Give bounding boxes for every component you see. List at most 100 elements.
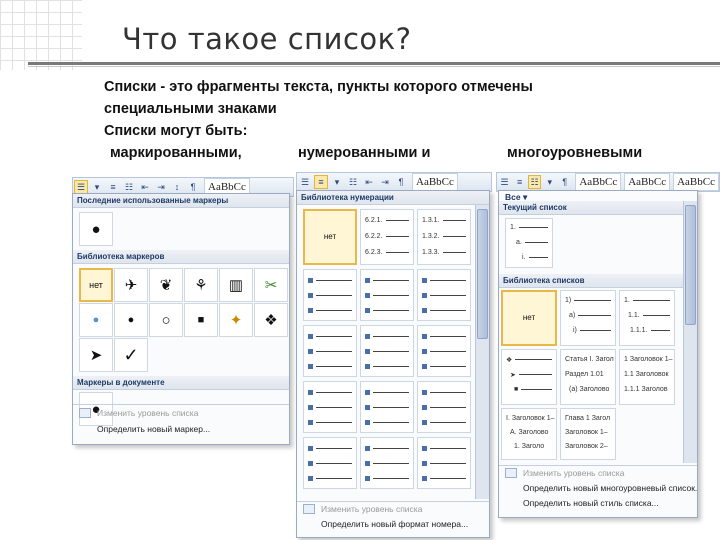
increase-indent-button-2[interactable]: ⇥ <box>378 175 392 189</box>
numbering-format-cell[interactable] <box>303 437 357 489</box>
bullets-button-3[interactable]: ☰ <box>498 175 511 189</box>
mp-3: i) <box>573 327 577 334</box>
numbering-preview-line <box>422 388 466 397</box>
recent-bullet-cell[interactable]: ● <box>79 212 113 246</box>
change-list-level-item-2[interactable]: Изменить уровень списка <box>303 504 422 514</box>
text-line <box>430 366 466 367</box>
define-multilevel-list-item[interactable]: Определить новый многоуровневый список..… <box>523 483 697 493</box>
text-line <box>316 392 352 393</box>
number-marker <box>422 334 427 339</box>
numbering-scrollbar[interactable] <box>475 205 489 499</box>
bullet-circle-cell[interactable]: ○ <box>149 303 183 337</box>
bullet-building-cell[interactable]: ▥ <box>219 268 253 302</box>
pilcrow-icon-3[interactable]: ¶ <box>558 175 571 189</box>
numbering-format-cell[interactable] <box>417 325 471 377</box>
bullet-check-cell[interactable]: ✓ <box>114 338 148 372</box>
multilevel-decimal-format[interactable]: 1. 1.1. 1.1.1. <box>619 290 675 346</box>
text-line <box>373 407 409 408</box>
define-list-style-item[interactable]: Определить новый стиль списка... <box>523 498 659 508</box>
numbering-button[interactable]: ≡ <box>106 180 120 194</box>
n621-1: 6.2.1. <box>365 217 383 224</box>
multilevel-none-cell[interactable]: нет <box>501 290 557 346</box>
multilevel-button-active[interactable]: ☷ <box>528 175 542 189</box>
number-marker <box>308 420 313 425</box>
sort-button[interactable]: ↕ <box>170 180 184 194</box>
numbering-preview-line <box>308 332 352 341</box>
numbering-format-cell[interactable] <box>360 437 414 489</box>
numbering-format-cell[interactable] <box>360 269 414 321</box>
current-list-cell[interactable]: 1. a. i. <box>505 218 553 268</box>
decrease-indent-button-2[interactable]: ⇤ <box>362 175 376 189</box>
numbering-format-131[interactable]: 1.3.1. 1.3.2. 1.3.3. <box>417 209 471 265</box>
bullet-arrow-cell[interactable]: ➤ <box>79 338 113 372</box>
pilcrow-icon[interactable]: ¶ <box>186 180 200 194</box>
bullet-none-cell[interactable]: нет <box>79 268 113 302</box>
increase-indent-button[interactable]: ⇥ <box>154 180 168 194</box>
bullet-scissors-cell[interactable]: ✂ <box>254 268 288 302</box>
multilevel-button-2[interactable]: ☷ <box>346 175 360 189</box>
number-marker <box>422 420 427 425</box>
dropdown-arrow-icon[interactable]: ▾ <box>90 180 104 194</box>
numbering-format-cell[interactable] <box>417 437 471 489</box>
numbering-format-cell[interactable] <box>303 381 357 433</box>
bullets-button-2[interactable]: ☰ <box>298 175 312 189</box>
scrollbar-thumb-2[interactable] <box>685 205 696 325</box>
bullet-plane-cell[interactable]: ✈ <box>114 268 148 302</box>
numbering-preview-line <box>422 332 466 341</box>
change-list-level-item-3[interactable]: Изменить уровень списка <box>505 468 624 478</box>
number-marker <box>308 476 313 481</box>
numbering-preview-line <box>365 306 409 315</box>
decrease-indent-button[interactable]: ⇤ <box>138 180 152 194</box>
numbering-format-cell[interactable] <box>417 381 471 433</box>
style-preview-5[interactable]: AaBbCc <box>673 173 719 191</box>
numbering-format-cell[interactable] <box>360 381 414 433</box>
numbering-none-cell[interactable]: нет <box>303 209 357 265</box>
define-new-bullet-item[interactable]: Определить новый маркер... <box>97 424 210 434</box>
numbering-format-cell[interactable] <box>303 269 357 321</box>
multilevel-chapter-format[interactable]: Глава 1 Загол Заголовок 1– Заголовок 2– <box>560 408 616 460</box>
numbering-format-cell[interactable] <box>360 325 414 377</box>
numbering-button-active[interactable]: ≡ <box>314 175 328 189</box>
numbering-preview-line <box>308 276 352 285</box>
numbering-format-cell[interactable] <box>303 325 357 377</box>
mc-3: Заголовок 2– <box>565 443 608 450</box>
style-preview-2[interactable]: AaBbCc <box>412 173 458 191</box>
numbering-preview-line <box>308 459 352 468</box>
multilevel-button[interactable]: ☷ <box>122 180 136 194</box>
scrollbar-thumb[interactable] <box>477 209 488 339</box>
number-marker <box>365 420 370 425</box>
style-preview-4[interactable]: AaBbCc <box>624 173 671 191</box>
mh-1: 1 Заголовок 1– <box>624 356 673 363</box>
dropdown-arrow-icon-2[interactable]: ▾ <box>330 175 344 189</box>
bullet-dot-cell[interactable]: ● <box>114 303 148 337</box>
bullets-button[interactable]: ☰ <box>74 180 88 194</box>
pilcrow-icon-2[interactable]: ¶ <box>394 175 408 189</box>
style-preview-3[interactable]: AaBbCc <box>575 173 622 191</box>
text-line <box>430 336 466 337</box>
number-marker <box>365 364 370 369</box>
multilevel-roman-format[interactable]: I. Заголовок 1– A. Заголово 1. Заголо <box>501 408 557 460</box>
bullet-hand-cell[interactable]: ❦ <box>149 268 183 302</box>
text-line <box>316 448 352 449</box>
multilevel-scrollbar[interactable] <box>683 201 697 463</box>
multilevel-bullet-format[interactable]: ❖ ➤ ■ <box>501 349 557 405</box>
bullet-square-cell[interactable]: ■ <box>184 303 218 337</box>
number-marker <box>365 446 370 451</box>
numbering-button-3[interactable]: ≡ <box>513 175 526 189</box>
change-list-level-item[interactable]: Изменить уровень списка <box>79 408 198 418</box>
multilevel-heading-format[interactable]: 1 Заголовок 1– 1.1 Заголовок 1.1.1 Загол… <box>619 349 675 405</box>
define-number-format-item[interactable]: Определить новый формат номера... <box>321 519 468 529</box>
numbering-format-621[interactable]: 6.2.1. 6.2.2. 6.2.3. <box>360 209 414 265</box>
bullet-star-cell[interactable]: ✦ <box>219 303 253 337</box>
text-line <box>373 336 409 337</box>
multilevel-paren-format[interactable]: 1) a) i) <box>560 290 616 346</box>
mr-3: 1. Заголо <box>514 443 545 450</box>
bullet-blue-dot-cell[interactable]: ● <box>79 303 113 337</box>
multilevel-article-format[interactable]: Статья I. Загол Раздел 1.01 (a) Заголово <box>560 349 616 405</box>
numbering-preview-line <box>308 306 352 315</box>
dropdown-arrow-icon-3[interactable]: ▾ <box>543 175 556 189</box>
bullet-bike-cell[interactable]: ⚘ <box>184 268 218 302</box>
bullet-diamond-cell[interactable]: ❖ <box>254 303 288 337</box>
numbering-format-cell[interactable] <box>417 269 471 321</box>
mb-3: ■ <box>514 386 519 393</box>
